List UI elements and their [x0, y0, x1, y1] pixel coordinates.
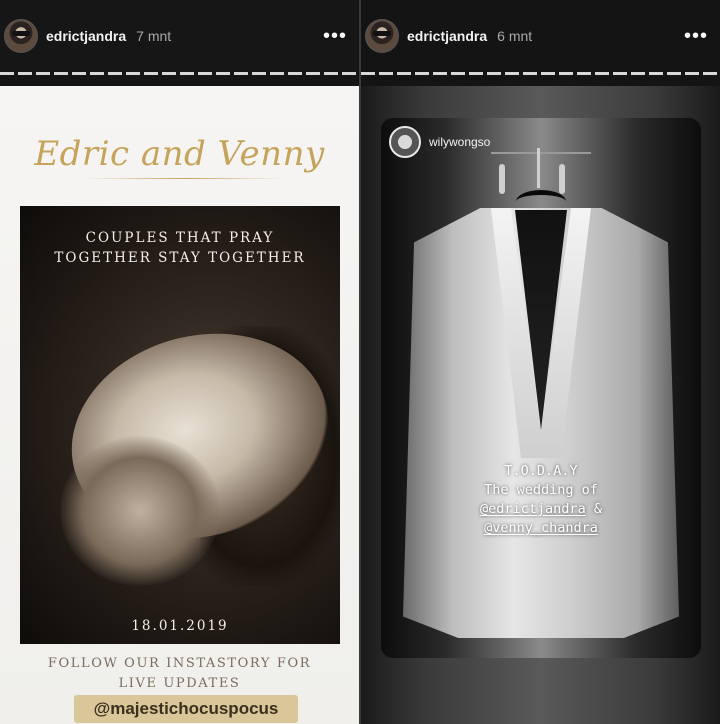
hanger-hook	[537, 148, 540, 188]
title-underline	[84, 178, 284, 179]
timestamp: 7 mnt	[136, 28, 172, 44]
hands-image-lower	[60, 436, 220, 586]
timestamp: 6 mnt	[497, 28, 533, 44]
caption-line: T.O.D.A.Y	[504, 463, 578, 479]
avatar[interactable]	[4, 19, 38, 53]
follow-line: LIVE UPDATES	[118, 676, 241, 691]
story-header: edrictjandra 6 mnt •••	[361, 0, 720, 72]
caption-line: @venny_chandra	[381, 519, 701, 538]
follow-line: FOLLOW OUR INSTASTORY FOR	[47, 656, 312, 671]
more-options-icon[interactable]: •••	[684, 26, 708, 46]
hook	[559, 164, 565, 194]
hook-rail	[491, 152, 591, 154]
repost-avatar[interactable]	[389, 126, 421, 158]
caption-line: @edrictjandra &	[381, 500, 701, 519]
mention-link[interactable]: @edrictjandra	[480, 501, 586, 517]
repost-header[interactable]: wilywongso	[389, 126, 490, 158]
mention-sticker[interactable]: @majestichocuspocus	[74, 695, 298, 723]
repost-caption: T.O.D.A.Y The wedding of @edrictjandra &…	[381, 462, 701, 538]
story-progress-bar	[0, 72, 359, 75]
username[interactable]: edrictjandra	[46, 28, 126, 44]
story-content[interactable]: wilywongso T.O.D.A.Y The wedding of @edr…	[361, 86, 720, 724]
caption-line: COUPLES THAT PRAY	[85, 230, 275, 246]
story-panel-right[interactable]: edrictjandra 6 mnt ••• wilywongso T.O.D.…	[361, 0, 720, 724]
username[interactable]: edrictjandra	[407, 28, 487, 44]
avatar[interactable]	[365, 19, 399, 53]
repost-username[interactable]: wilywongso	[429, 135, 490, 149]
photo-caption: COUPLES THAT PRAY TOGETHER STAY TOGETHER	[20, 228, 340, 268]
mention-link[interactable]: @venny_chandra	[484, 520, 598, 536]
reposted-story[interactable]: wilywongso T.O.D.A.Y The wedding of @edr…	[381, 118, 701, 658]
script-title: Edric and Venny	[34, 134, 325, 174]
caption-line: TOGETHER STAY TOGETHER	[54, 250, 306, 266]
hook	[499, 164, 505, 194]
more-options-icon[interactable]: •••	[323, 26, 347, 46]
wedding-date: 18.01.2019	[131, 618, 229, 634]
mention-joiner: &	[585, 501, 602, 517]
story-header: edrictjandra 7 mnt •••	[0, 0, 359, 72]
couple-photo: COUPLES THAT PRAY TOGETHER STAY TOGETHER…	[20, 206, 340, 644]
story-content[interactable]: Edric and Venny COUPLES THAT PRAY TOGETH…	[0, 86, 359, 724]
story-panel-left[interactable]: edrictjandra 7 mnt ••• Edric and Venny C…	[0, 0, 359, 724]
story-progress-bar	[361, 72, 720, 75]
follow-text: FOLLOW OUR INSTASTORY FOR LIVE UPDATES	[0, 654, 359, 694]
caption-line: The wedding of	[484, 482, 598, 498]
